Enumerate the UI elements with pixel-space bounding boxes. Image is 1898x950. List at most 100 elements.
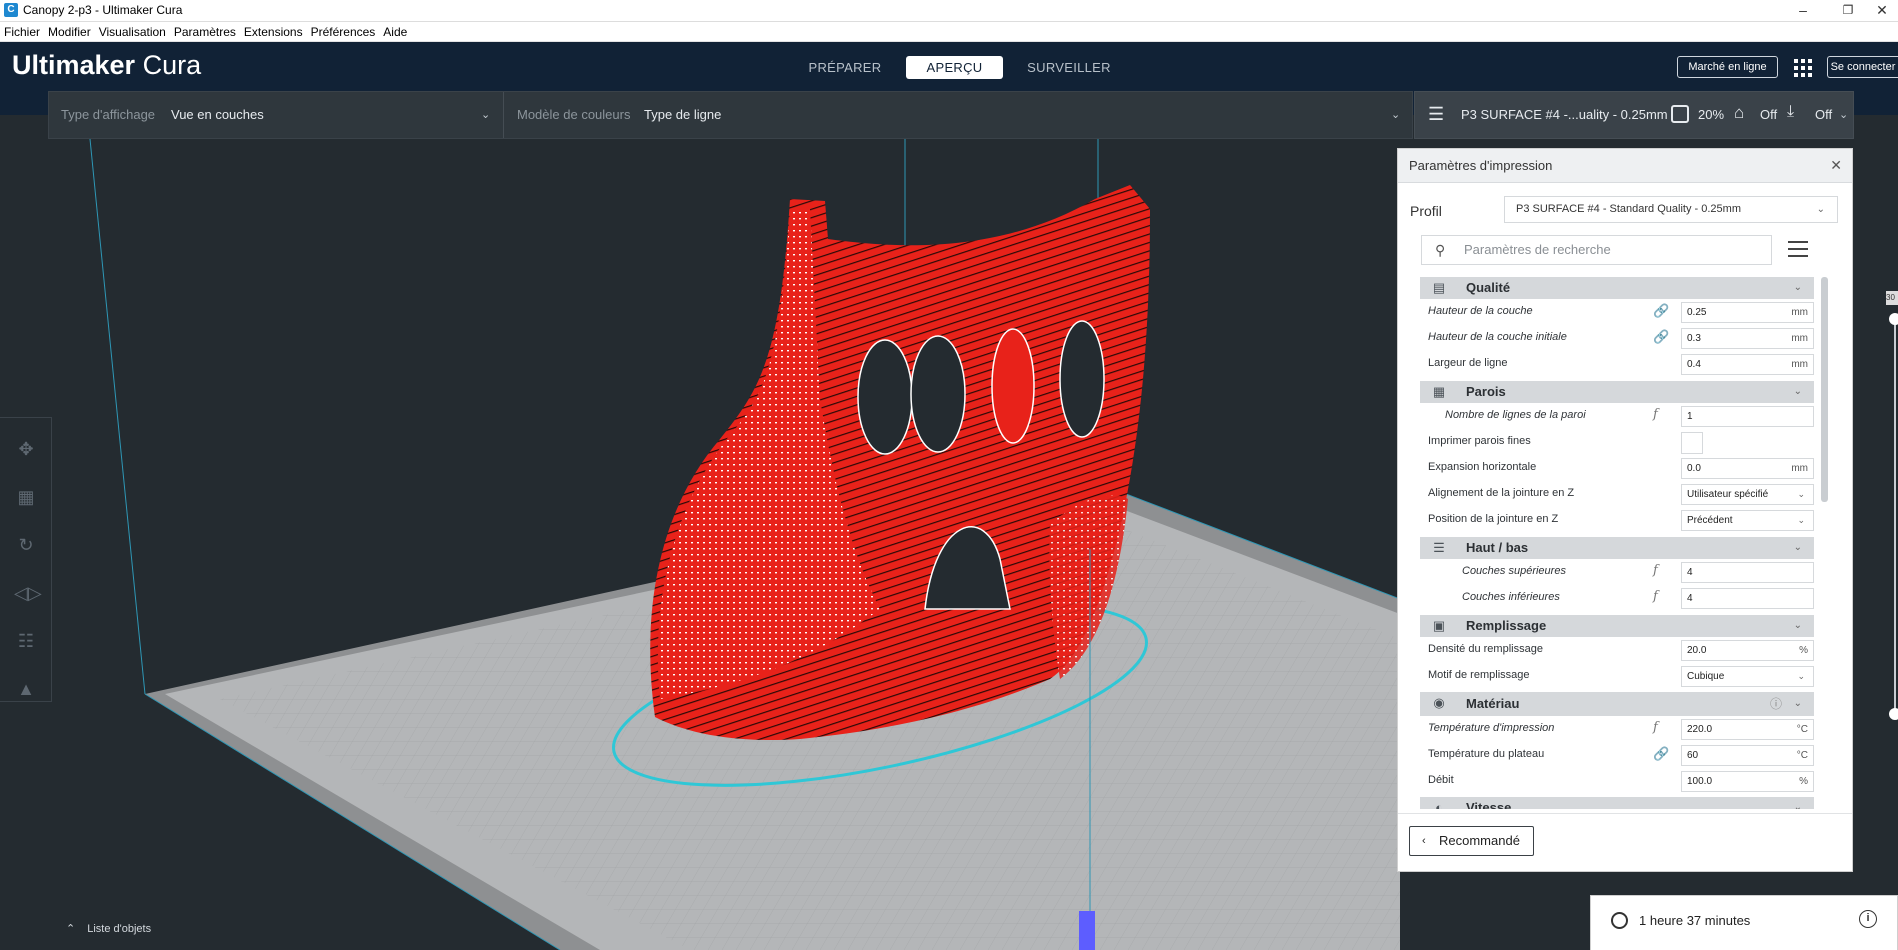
signin-button[interactable]: Se connecter <box>1827 56 1898 78</box>
print-temperature-field[interactable]: 220.0 °C <box>1681 719 1814 740</box>
per-model-settings-icon[interactable]: ☷ <box>14 629 38 653</box>
infill-icon <box>1671 105 1689 123</box>
print-thin-walls-checkbox[interactable] <box>1681 432 1703 454</box>
infill-pattern-select[interactable]: Cubique ⌄ <box>1681 666 1814 687</box>
mirror-icon[interactable]: ◁▷ <box>14 581 42 605</box>
menu-visualisation[interactable]: Visualisation <box>99 25 166 39</box>
tab-surveiller[interactable]: SURVEILLER <box>1019 56 1119 79</box>
color-scheme-dropdown[interactable]: Modèle de couleurs Type de ligne ⌄ <box>505 92 1413 138</box>
function-icon[interactable]: f <box>1653 407 1658 422</box>
settings-list: ▤ Qualité ⌄ Hauteur de la couche 🔗 0.25 m… <box>1420 277 1814 809</box>
z-seam-position-select[interactable]: Précédent ⌄ <box>1681 510 1814 531</box>
menu-aide[interactable]: Aide <box>383 25 407 39</box>
setting-label: Imprimer parois fines <box>1428 435 1531 447</box>
menu-extensions[interactable]: Extensions <box>244 25 303 39</box>
function-icon[interactable]: f <box>1653 720 1658 735</box>
horizontal-expansion-field[interactable]: 0.0 mm <box>1681 458 1814 479</box>
material-spool-icon: ◉ <box>1433 695 1445 710</box>
minimize-icon[interactable]: – <box>1785 0 1821 22</box>
recommended-label: Recommandé <box>1439 833 1520 848</box>
apps-grid-icon[interactable] <box>1794 59 1812 77</box>
support-blocker-icon[interactable]: ▲ <box>14 677 38 701</box>
category-walls[interactable]: ▦ Parois ⌄ <box>1420 381 1814 403</box>
flow-field[interactable]: 100.0% <box>1681 771 1814 792</box>
color-scheme-label: Modèle de couleurs <box>517 107 631 122</box>
setting-label: Couches inférieures <box>1462 591 1560 603</box>
recommended-button[interactable]: ‹ Recommandé <box>1409 826 1534 856</box>
setting-row-z-seam-alignment: Alignement de la jointure en Z Utilisate… <box>1420 481 1814 507</box>
category-infill[interactable]: ▣ Remplissage ⌄ <box>1420 615 1814 637</box>
wall-line-count-field[interactable]: 1 <box>1681 406 1814 427</box>
info-icon[interactable]: ⓘ <box>1770 692 1782 716</box>
settings-search-input[interactable]: ⚲ Paramètres de recherche <box>1421 235 1772 265</box>
info-icon[interactable]: i <box>1859 910 1877 928</box>
link-icon[interactable]: 🔗 <box>1653 303 1669 319</box>
line-width-field[interactable]: 0.4 mm <box>1681 354 1814 375</box>
category-quality[interactable]: ▤ Qualité ⌄ <box>1420 277 1814 299</box>
chevron-down-icon: ⌄ <box>481 109 491 121</box>
setting-row-layer-height: Hauteur de la couche 🔗 0.25 mm <box>1420 299 1814 325</box>
rotate-icon[interactable]: ↻ <box>14 533 38 557</box>
view-type-value: Vue en couches <box>171 107 264 122</box>
initial-layer-height-field[interactable]: 0.3 mm <box>1681 328 1814 349</box>
print-settings-panel: Paramètres d'impression ✕ Profil P3 SURF… <box>1397 148 1853 872</box>
close-window-icon[interactable]: ✕ <box>1864 0 1898 22</box>
tab-apercu[interactable]: APERÇU <box>906 56 1003 79</box>
restore-icon[interactable]: ❐ <box>1830 0 1866 22</box>
view-type-label: Type d'affichage <box>61 107 156 122</box>
top-layers-field[interactable]: 4 <box>1681 562 1814 583</box>
setting-row-bottom-layers: Couches inférieures f 4 <box>1420 585 1814 611</box>
panel-title: Paramètres d'impression <box>1398 149 1852 183</box>
view-type-dropdown[interactable]: Type d'affichage Vue en couches ⌄ <box>49 92 504 138</box>
cura-logo: Ultimaker Cura <box>12 50 202 80</box>
object-list-toggle[interactable]: ⌃ Liste d'objets <box>66 922 151 935</box>
bottom-layers-field[interactable]: 4 <box>1681 588 1814 609</box>
setting-label: Température d'impression <box>1428 722 1555 734</box>
function-icon[interactable]: f <box>1653 589 1658 604</box>
layer-slider-value: 30 <box>1886 291 1898 305</box>
print-estimate-box: 1 heure 37 minutes i <box>1590 895 1898 950</box>
setting-row-wall-line-count: Nombre de lignes de la paroi f 1 <box>1420 403 1814 429</box>
window-titlebar: C Canopy 2-p3 - Ultimaker Cura – ❐ ✕ <box>0 0 1898 22</box>
setting-label: Hauteur de la couche initiale <box>1428 331 1567 343</box>
menu-fichier[interactable]: Fichier <box>4 25 40 39</box>
menu-modifier[interactable]: Modifier <box>48 25 91 39</box>
infill-density-field[interactable]: 20.0% <box>1681 640 1814 661</box>
chevron-down-icon: ⌄ <box>1797 489 1805 499</box>
window-title: Canopy 2-p3 - Ultimaker Cura <box>23 3 183 17</box>
link-icon[interactable]: 🔗 <box>1653 329 1669 345</box>
marketplace-button[interactable]: Marché en ligne <box>1677 56 1778 78</box>
bed-temperature-field[interactable]: 60 °C <box>1681 745 1814 766</box>
category-speed[interactable]: ◐ Vitesse ⌄ <box>1420 797 1814 809</box>
setting-row-print-thin-walls: Imprimer parois fines <box>1420 429 1814 455</box>
settings-visibility-menu-icon[interactable] <box>1788 241 1808 259</box>
settings-scrollbar[interactable] <box>1821 277 1828 502</box>
menu-parametres[interactable]: Paramètres <box>174 25 236 39</box>
chevron-down-icon: ⌄ <box>1797 671 1805 681</box>
setting-row-infill-pattern: Motif de remplissage Cubique ⌄ <box>1420 663 1814 689</box>
link-icon[interactable]: 🔗 <box>1653 746 1669 762</box>
adhesion-icon: ⤓ <box>1787 103 1795 120</box>
setting-row-top-layers: Couches supérieures f 4 <box>1420 559 1814 585</box>
chevron-down-icon: ⌄ <box>1793 542 1802 553</box>
profile-select-value: P3 SURFACE #4 - Standard Quality - 0.25m… <box>1516 203 1741 215</box>
scale-icon[interactable]: ▦ <box>14 485 38 509</box>
support-status: Off <box>1760 107 1778 122</box>
close-icon[interactable]: ✕ <box>1830 157 1842 174</box>
z-seam-alignment-select[interactable]: Utilisateur spécifié ⌄ <box>1681 484 1814 505</box>
profile-select[interactable]: P3 SURFACE #4 - Standard Quality - 0.25m… <box>1504 196 1838 223</box>
tab-preparer[interactable]: PRÉPARER <box>800 56 890 79</box>
adhesion-status: Off <box>1815 107 1833 122</box>
setting-row-print-temperature: Température d'impression f 220.0 °C <box>1420 716 1814 742</box>
category-material[interactable]: ◉ Matériau ⓘ ⌄ <box>1420 692 1814 716</box>
print-setup-selector[interactable]: ☰ P3 SURFACE #4 -...uality - 0.25mm 20% … <box>1414 91 1854 139</box>
menu-preferences[interactable]: Préférences <box>311 25 376 39</box>
function-icon[interactable]: f <box>1653 563 1658 578</box>
layer-height-field[interactable]: 0.25 mm <box>1681 302 1814 323</box>
setting-label: Motif de remplissage <box>1428 669 1530 681</box>
search-placeholder: Paramètres de recherche <box>1464 242 1611 257</box>
setting-label: Position de la jointure en Z <box>1428 513 1559 525</box>
category-top-bottom[interactable]: ☰ Haut / bas ⌄ <box>1420 537 1814 559</box>
move-icon[interactable]: ✥ <box>14 437 38 461</box>
setting-row-flow: Débit 100.0% <box>1420 768 1814 794</box>
